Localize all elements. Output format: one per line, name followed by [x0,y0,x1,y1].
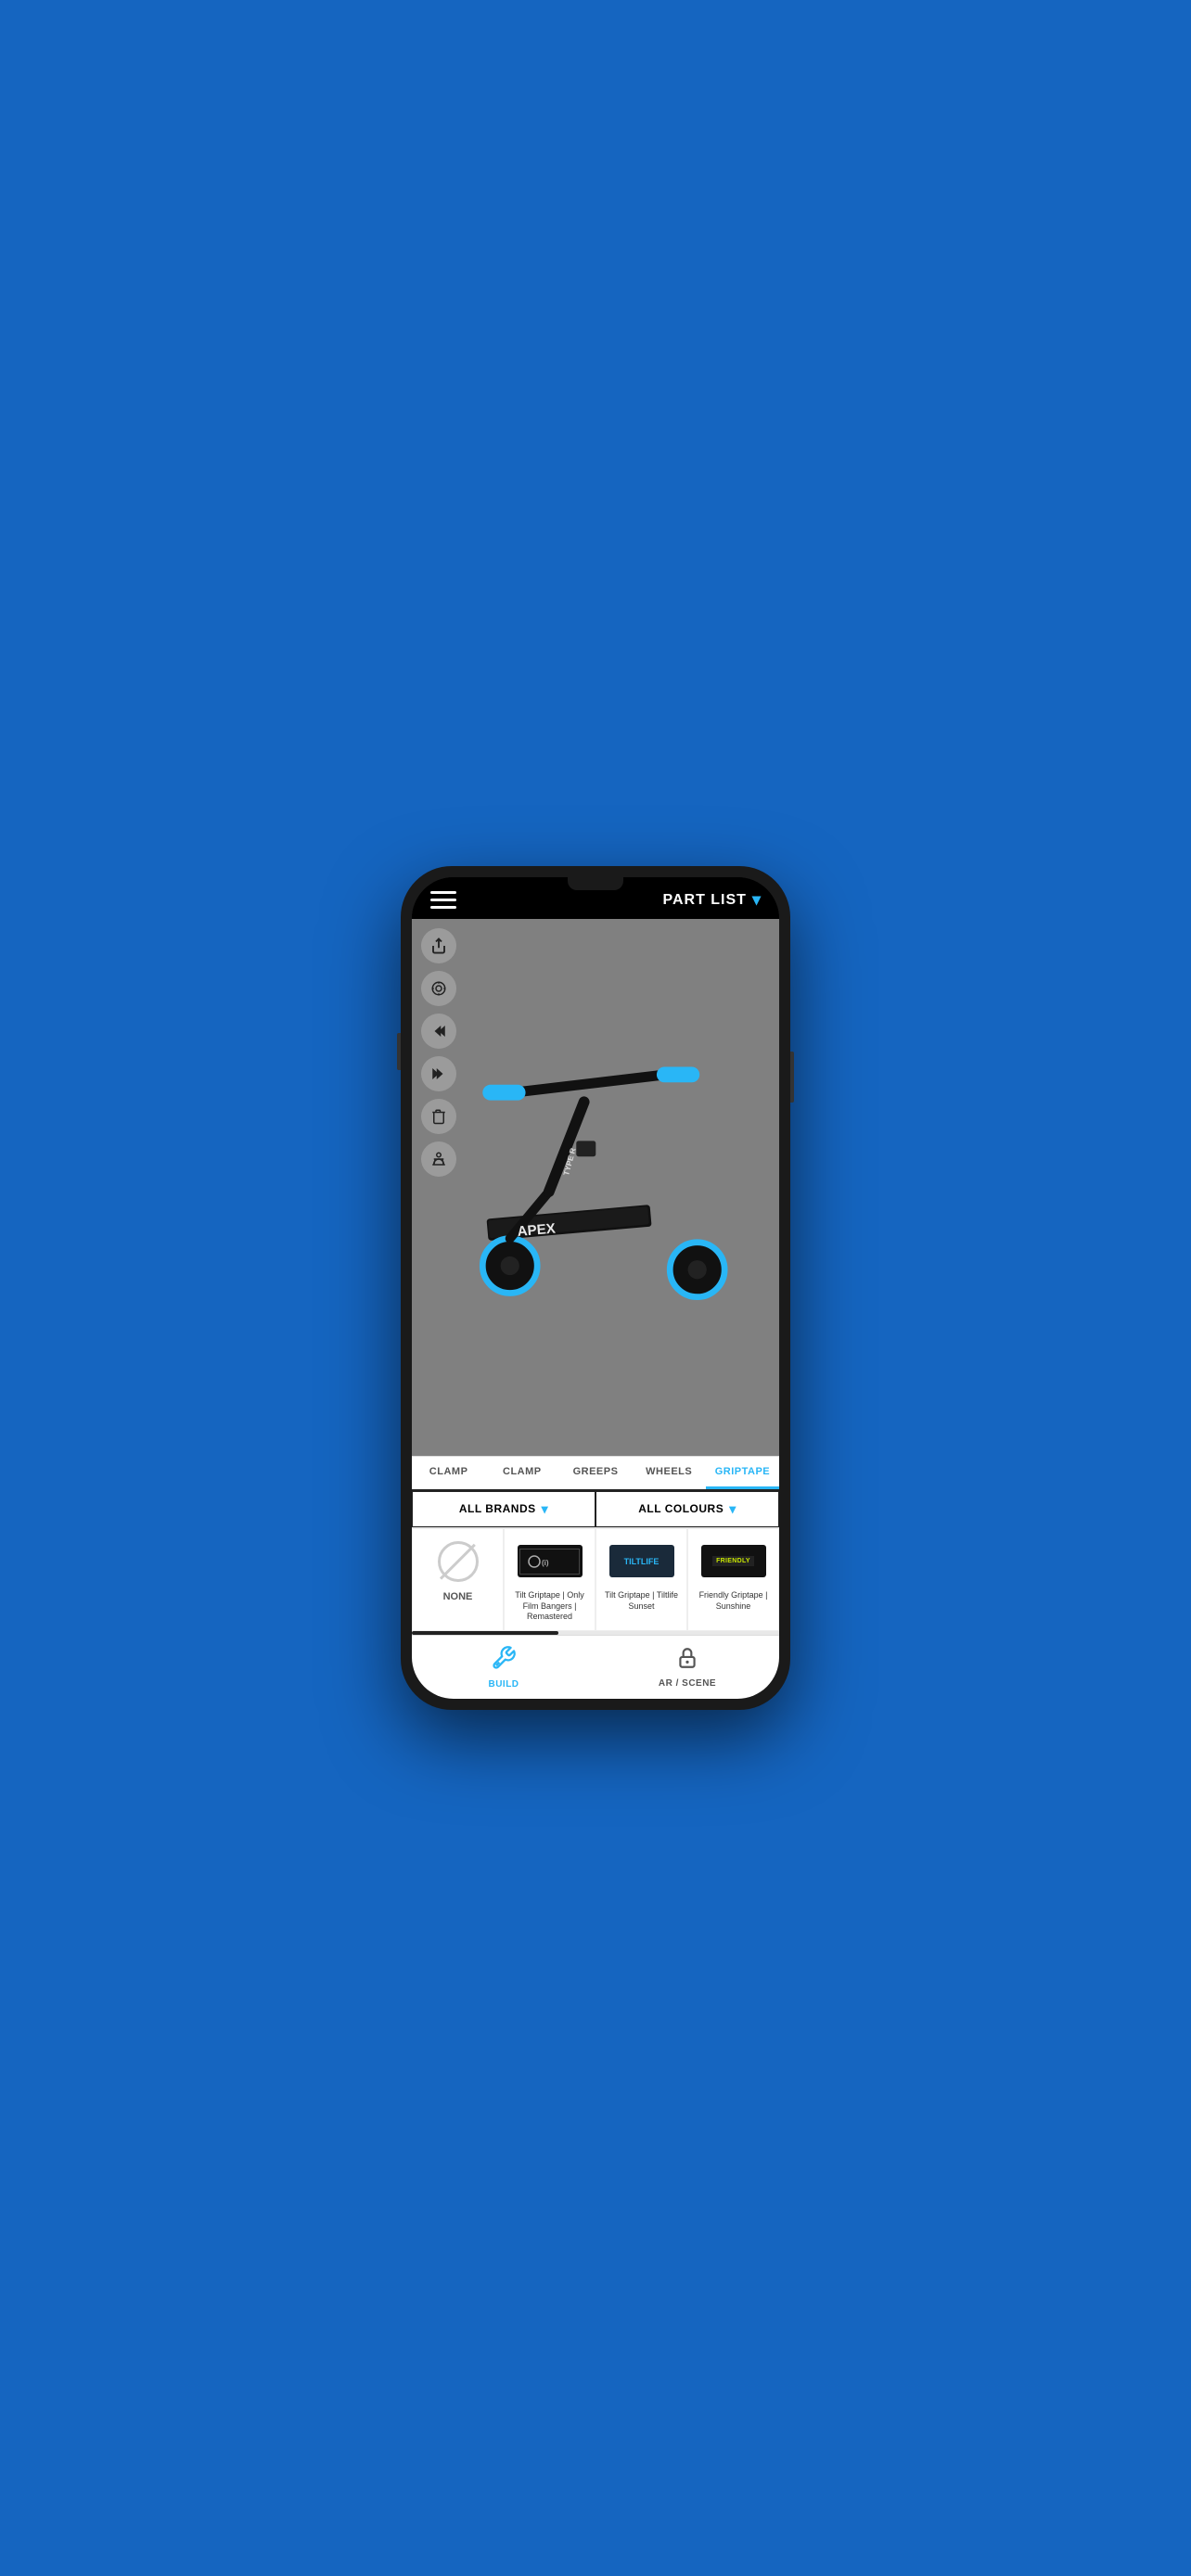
colours-filter-button[interactable]: ALL COLOURS ▾ [596,1491,779,1527]
scroll-indicator [412,1631,779,1635]
none-image-area [426,1538,491,1585]
delete-button[interactable] [421,1099,456,1134]
phone-frame: PART LIST ▾ [401,866,790,1710]
category-tabs: CLAMP CLAMP GREEPS WHEELS GRIPTAPE [412,1456,779,1489]
colours-chevron-icon: ▾ [729,1501,736,1517]
scooter-image: APEX TYPE R [440,1039,752,1336]
left-controls [421,928,456,1177]
chevron-down-icon: ▾ [752,890,761,910]
product-friendly-label: Friendly Griptape | Sunshine [693,1590,774,1612]
tab-clamp1[interactable]: CLAMP [412,1457,485,1489]
nav-build-label: BUILD [488,1679,519,1690]
product-tilt-tiltlife-label: Tilt Griptape | Tiltlife Sunset [601,1590,682,1612]
back-button[interactable] [421,1014,456,1049]
bottom-nav: BUILD AR / SCENE [412,1635,779,1699]
side-button-right [790,1052,794,1103]
tab-greeps[interactable]: GREEPS [558,1457,632,1489]
products-grid: NONE (i) Tilt Griptape | Only Film Bange… [412,1527,779,1631]
tab-clamp2[interactable]: CLAMP [485,1457,558,1489]
product-tilt-tiltlife[interactable]: TILTLIFE Tilt Griptape | Tiltlife Sunset [596,1528,687,1631]
brands-filter-label: ALL BRANDS [459,1502,536,1515]
phone-notch [568,877,623,890]
product-friendly-sunshine[interactable]: FRIENDLY Friendly Griptape | Sunshine [687,1528,779,1631]
scale-button[interactable] [421,1141,456,1177]
target-button[interactable] [421,971,456,1006]
svg-text:APEX: APEX [517,1220,557,1240]
ar-scene-icon [675,1646,699,1676]
colours-filter-label: ALL COLOURS [638,1502,724,1515]
nav-ar-label: AR / SCENE [659,1678,716,1689]
menu-button[interactable] [430,891,456,909]
tilt-film-bangers-image: (i) [518,1538,583,1585]
brands-filter-button[interactable]: ALL BRANDS ▾ [412,1491,596,1527]
share-button[interactable] [421,928,456,963]
tab-wheels[interactable]: WHEELS [633,1457,706,1489]
product-none-label: NONE [443,1590,473,1603]
forward-button[interactable] [421,1056,456,1091]
friendly-sunshine-image: FRIENDLY [701,1538,766,1585]
tab-griptape[interactable]: GRIPTAPE [706,1457,779,1489]
phone-screen: PART LIST ▾ [412,877,779,1699]
scroll-bar [412,1631,558,1635]
tiltlife-brand-label: TILTLIFE [619,1555,665,1568]
part-list-label: PART LIST [662,892,746,909]
none-circle-icon [438,1541,479,1582]
part-list-button[interactable]: PART LIST ▾ [662,890,761,910]
scooter-viewer[interactable]: APEX TYPE R [412,919,779,1456]
product-tilt-film-label: Tilt Griptape | Only Film Bangers | Rema… [509,1590,590,1623]
product-tilt-film-bangers[interactable]: (i) Tilt Griptape | Only Film Bangers | … [504,1528,596,1631]
product-none[interactable]: NONE [412,1528,504,1631]
friendly-brand-label: FRIENDLY [712,1556,754,1566]
svg-text:(i): (i) [542,1559,549,1567]
build-icon [491,1645,517,1677]
filter-row: ALL BRANDS ▾ ALL COLOURS ▾ [412,1489,779,1527]
brands-chevron-icon: ▾ [542,1501,549,1517]
nav-ar-scene[interactable]: AR / SCENE [596,1636,779,1699]
tilt-tiltlife-image: TILTLIFE [609,1538,674,1585]
side-button-left [397,1033,401,1070]
nav-build[interactable]: BUILD [412,1636,596,1699]
